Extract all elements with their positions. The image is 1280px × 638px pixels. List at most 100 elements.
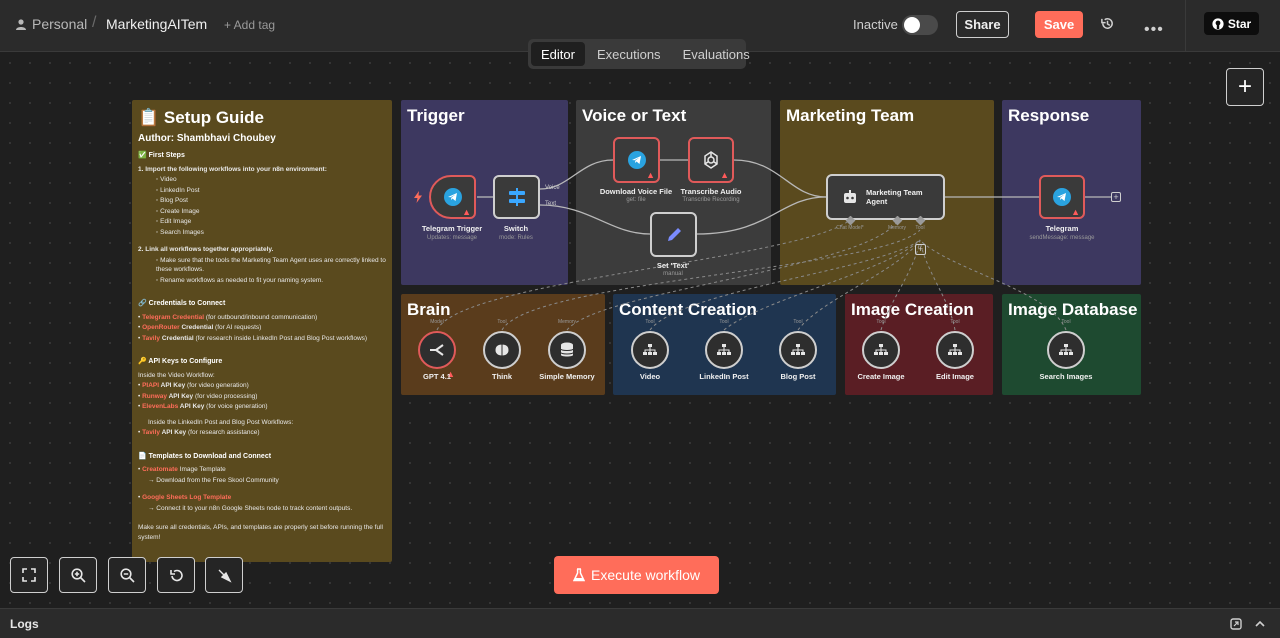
sticky-title: Content Creation [619, 300, 757, 319]
guide-templates-heading: 📄 Templates to Download and Connect [138, 452, 272, 460]
logs-panel[interactable]: Logs [0, 608, 1280, 638]
node-think[interactable] [483, 331, 521, 369]
port-label: Model [430, 319, 444, 325]
sticky-title: Voice or Text [582, 106, 687, 125]
add-next-node-button[interactable]: + [1111, 192, 1121, 202]
fit-view-icon [22, 568, 36, 582]
workflow-icon [717, 344, 731, 355]
list-item: ◦ Video [156, 176, 177, 183]
list-item: ◦ Rename workflows as needed to fit your… [156, 276, 324, 284]
list-item: ◦ Edit Image [156, 218, 192, 225]
list-item: ◦ Make sure that the tools the Marketing… [156, 256, 386, 274]
share-button[interactable]: Share [956, 11, 1009, 38]
broom-icon [218, 569, 232, 583]
switch-icon [508, 188, 525, 206]
more-options-icon[interactable]: ••• [1144, 21, 1164, 39]
app-root: Personal / MarketingAITem + Add tag Inac… [0, 0, 1280, 638]
list-item: • ElevenLabs API Key (for voice generati… [138, 403, 268, 410]
view-tabs: Editor Executions Evaluations [528, 39, 750, 69]
sticky-trigger[interactable]: Trigger [401, 100, 568, 285]
guide-credentials-heading: 🔗 Credentials to Connect [138, 300, 226, 307]
node-linkedin-post[interactable] [705, 331, 743, 369]
node-download-voice-file[interactable]: ▲ [613, 137, 660, 183]
warning-icon: ▲ [462, 207, 471, 217]
tab-executions[interactable]: Executions [587, 42, 671, 66]
github-star-label: Star [1227, 16, 1252, 31]
guide-api-heading: 🔑 API Keys to Configure [138, 358, 223, 365]
port-label: Tool [719, 319, 729, 325]
node-edit-image[interactable] [936, 331, 974, 369]
node-label: Think [492, 372, 512, 381]
node-subtitle: Transcribe Recording [682, 197, 740, 203]
zoom-out-button[interactable] [108, 557, 146, 593]
node-telegram[interactable]: ▲ [1039, 175, 1085, 219]
guide-first-steps-heading: ✅ First Steps [138, 152, 185, 159]
breadcrumb-separator: / [92, 14, 97, 31]
guide-step1: 1. Import the following workflows into y… [138, 165, 327, 173]
node-label: GPT 4.1 [423, 372, 451, 381]
node-video[interactable] [631, 331, 669, 369]
divider [1185, 0, 1186, 52]
zoom-in-button[interactable] [59, 557, 97, 593]
port-label-memory: Memory [887, 225, 907, 231]
add-tool-button[interactable]: + [915, 244, 926, 255]
tab-editor[interactable]: Editor [531, 42, 585, 66]
popout-icon[interactable] [1230, 618, 1242, 630]
guide-footer: Make sure all credentials, APIs, and tem… [138, 524, 383, 541]
add-node-button[interactable]: + [1226, 68, 1264, 106]
list-item: • Google Sheets Log Template [138, 494, 232, 501]
workflow-name[interactable]: MarketingAITem [106, 16, 207, 32]
reset-zoom-button[interactable] [157, 557, 195, 593]
list-item: • Tavily API Key (for research assistanc… [138, 429, 260, 436]
guide-template1-note: → Download from the Free Skool Community [148, 476, 279, 484]
logs-label: Logs [10, 617, 39, 631]
telegram-icon [627, 151, 646, 169]
node-subtitle: mode: Rules [499, 235, 533, 241]
fit-view-button[interactable] [10, 557, 48, 593]
breadcrumb-project[interactable]: Personal [16, 16, 87, 32]
list-item: ◦ Blog Post [156, 197, 188, 204]
execute-workflow-button[interactable]: Execute workflow [554, 556, 719, 594]
setup-guide-text: 📋 Setup Guide Author: Shambhavi Choubey … [138, 108, 388, 543]
pencil-icon [667, 227, 681, 241]
node-search-images[interactable] [1047, 331, 1085, 369]
node-subtitle: get: file [626, 197, 646, 203]
lightning-icon [414, 191, 422, 203]
history-icon[interactable] [1100, 16, 1115, 31]
tidy-up-button[interactable] [205, 557, 243, 593]
node-simple-memory[interactable] [548, 331, 586, 369]
guide-template2-note: → Connect it to your n8n Google Sheets n… [148, 504, 353, 512]
node-label: Telegram Trigger [421, 224, 483, 233]
active-toggle[interactable] [902, 15, 938, 35]
node-label: Edit Image [936, 372, 974, 381]
node-marketing-team-agent[interactable]: Marketing Team Agent [826, 174, 945, 220]
node-create-image[interactable] [862, 331, 900, 369]
sticky-title: Response [1008, 106, 1090, 125]
flask-icon [573, 568, 586, 582]
workflow-icon [1059, 344, 1073, 355]
node-switch[interactable] [493, 175, 540, 219]
zoom-in-icon [70, 567, 86, 583]
telegram-icon [1053, 188, 1071, 206]
save-button[interactable]: Save [1035, 11, 1083, 38]
node-telegram-trigger[interactable]: ▲ [429, 175, 476, 219]
switch-output-voice: Voice [545, 185, 560, 191]
port-label: Tool [645, 319, 655, 325]
sticky-title: Marketing Team [786, 106, 915, 125]
add-tag-button[interactable]: + Add tag [224, 18, 275, 32]
undo-icon [169, 569, 183, 581]
node-set-text[interactable] [650, 212, 697, 257]
tab-evaluations[interactable]: Evaluations [673, 42, 760, 66]
openai-icon [704, 151, 718, 169]
sticky-title: Trigger [407, 106, 465, 125]
chevron-up-icon[interactable] [1254, 618, 1266, 630]
zoom-out-icon [119, 567, 135, 583]
list-item: • Telegram Credential (for outbound/inbo… [138, 313, 318, 321]
list-item: ◦ Create Image [156, 207, 200, 215]
node-blog-post[interactable] [779, 331, 817, 369]
node-gpt-4-1[interactable]: ▲ [418, 331, 456, 379]
guide-api-video-intro: Inside the Video Workflow: [138, 371, 215, 379]
node-transcribe-audio[interactable]: ▲ [688, 137, 734, 183]
node-label: Switch [503, 224, 529, 233]
github-star-button[interactable]: Star [1204, 12, 1259, 35]
